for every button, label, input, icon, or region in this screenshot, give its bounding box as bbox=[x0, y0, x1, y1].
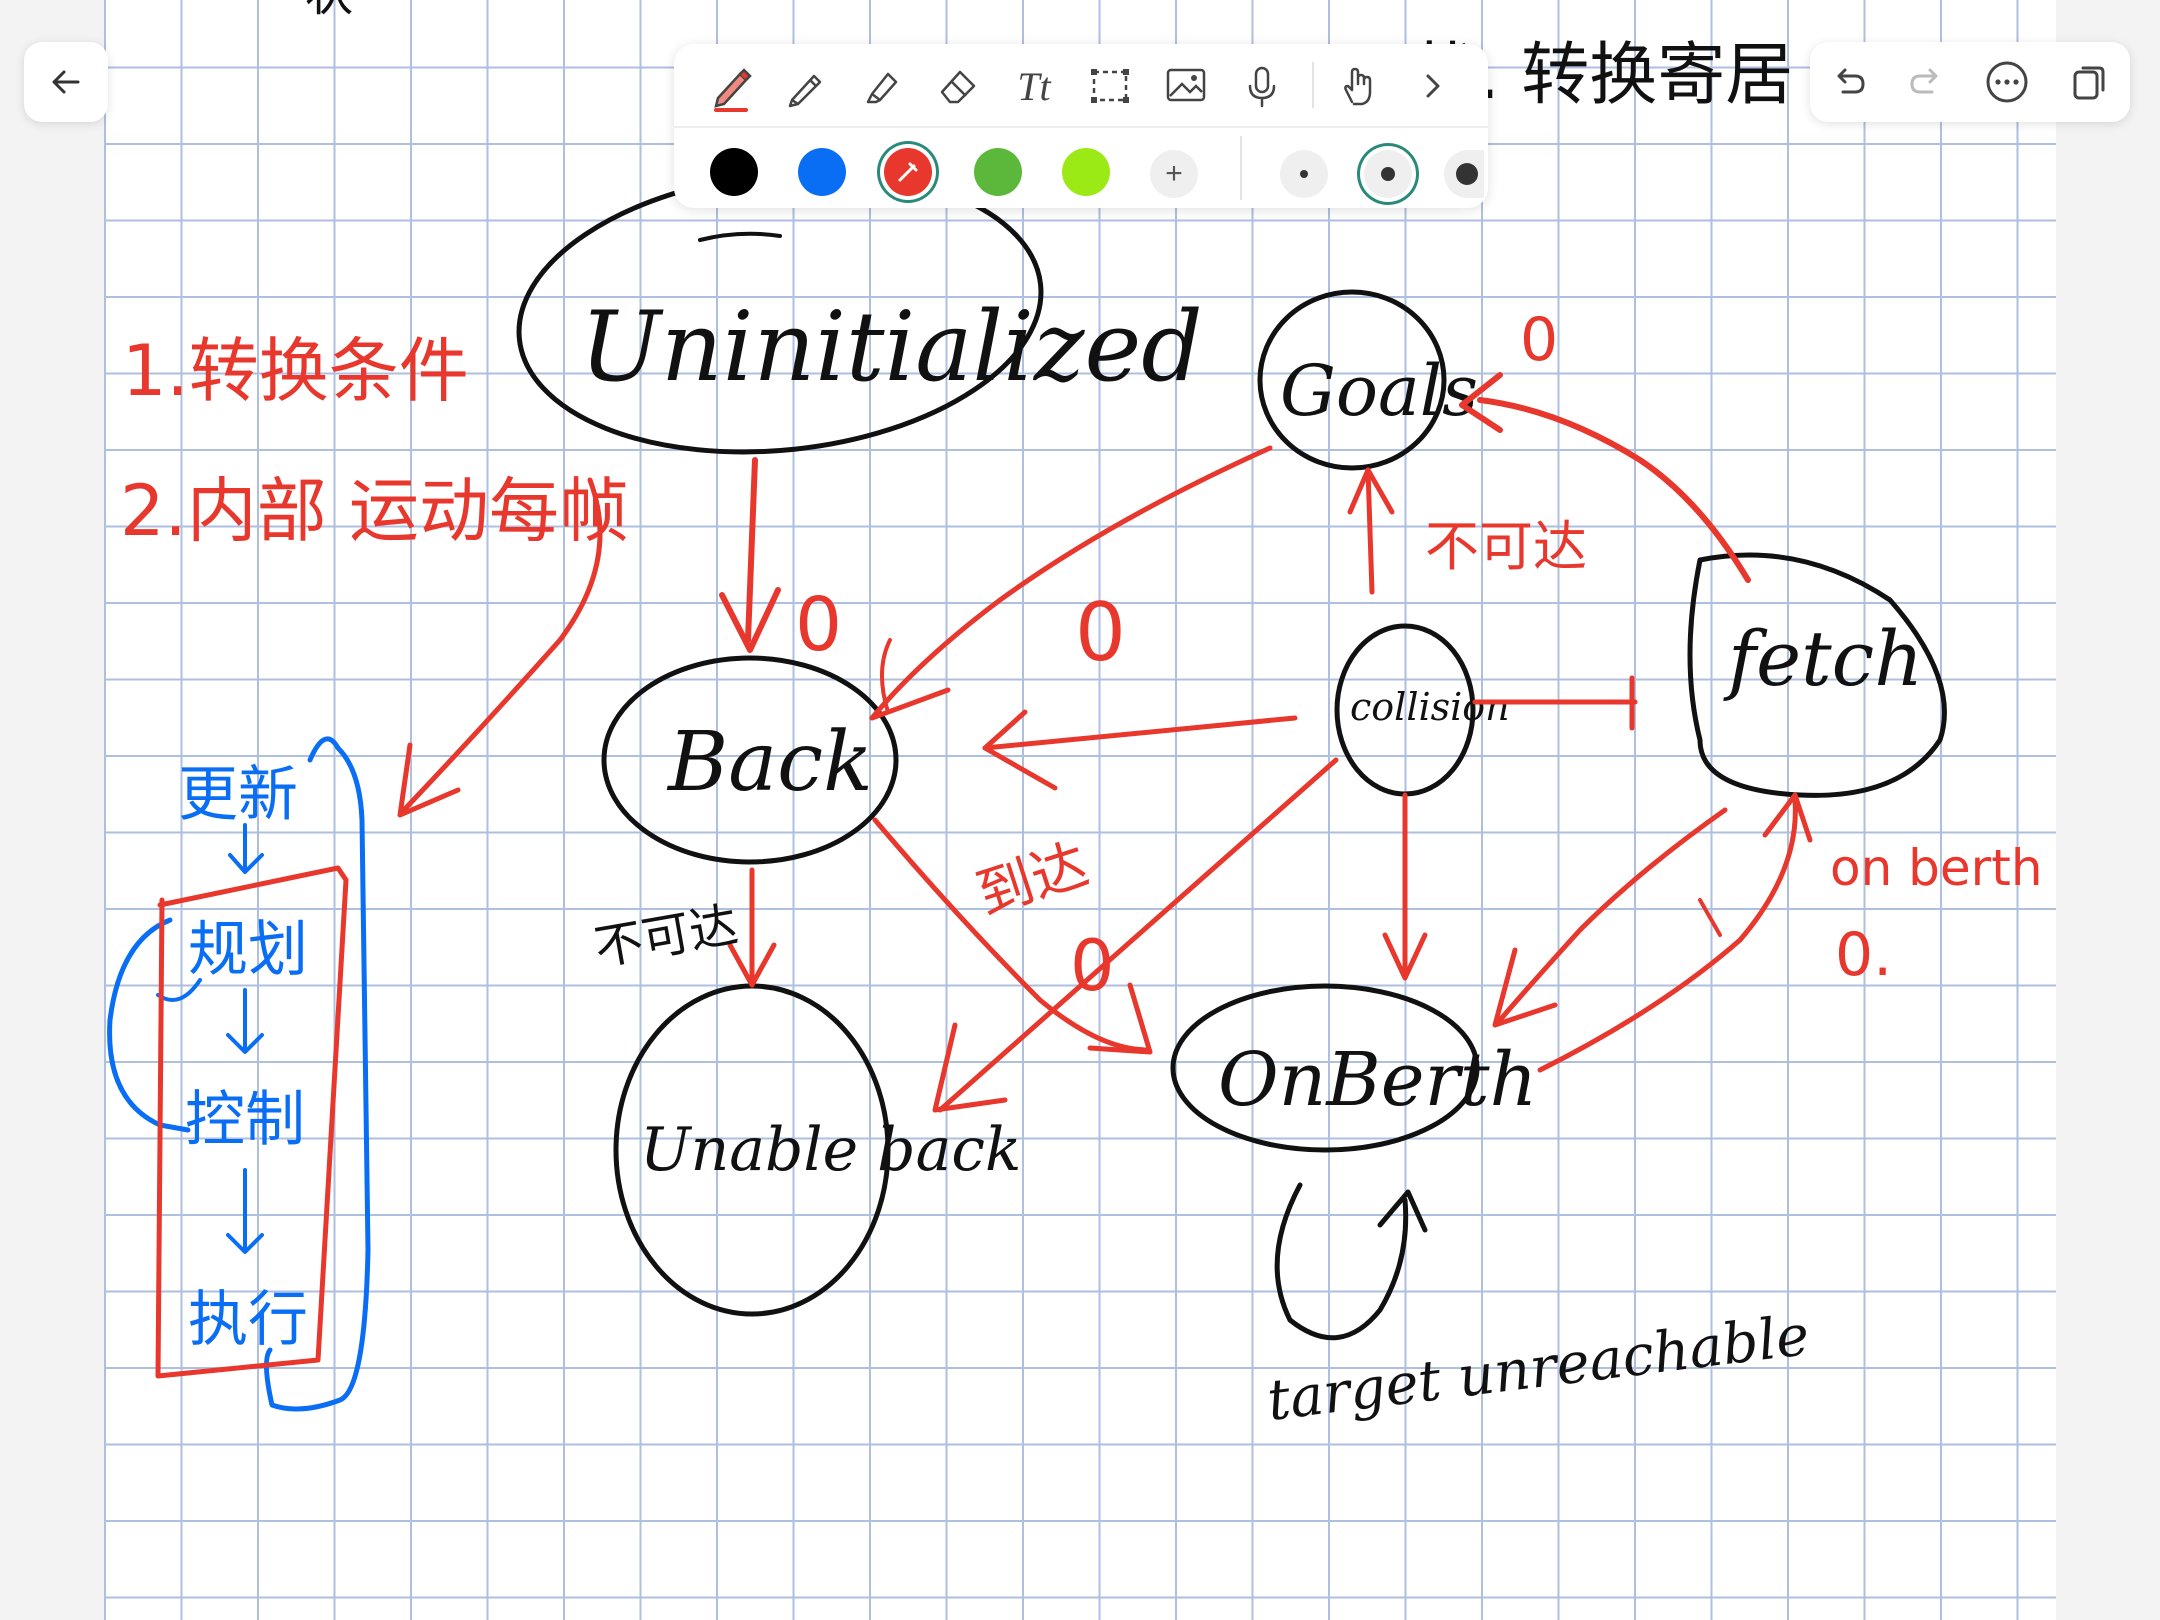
pen-size-medium[interactable] bbox=[1364, 150, 1412, 198]
pencil-selected-icon bbox=[894, 158, 922, 186]
highlighter-tool[interactable] bbox=[854, 58, 910, 114]
pages-icon[interactable] bbox=[2067, 60, 2111, 104]
redo-icon[interactable] bbox=[1906, 62, 1946, 102]
state-collision: collision bbox=[1334, 623, 1510, 797]
flow-step-plan: 规划 bbox=[188, 915, 308, 985]
self-loop-label: target unreachable bbox=[1264, 1303, 1813, 1434]
pen-size-large[interactable] bbox=[1444, 150, 1484, 198]
chevron-right-icon bbox=[1414, 68, 1450, 104]
state-back: Back bbox=[601, 655, 899, 865]
state-unable-back: Unable back bbox=[613, 983, 1021, 1317]
state-goals-label: Goals bbox=[1280, 350, 1478, 432]
microphone-tool[interactable] bbox=[1234, 58, 1290, 114]
toolbar-divider bbox=[1312, 62, 1314, 108]
image-tool[interactable] bbox=[1158, 58, 1214, 114]
image-icon bbox=[1162, 62, 1210, 110]
red-list-item-1: 1.转换条件 bbox=[122, 330, 469, 412]
edge-label-back-unable: 不可达 bbox=[590, 897, 742, 977]
edge-label-back-onberth: 到达 bbox=[969, 832, 1096, 928]
back-button[interactable] bbox=[24, 42, 108, 122]
hand-touch-icon bbox=[1334, 62, 1382, 110]
ink-layer: Uninitialized Back Unable back Goals col… bbox=[107, 0, 2043, 1434]
flow-step-control: 控制 bbox=[185, 1085, 305, 1155]
state-collision-label: collision bbox=[1350, 685, 1510, 729]
action-bar bbox=[1810, 42, 2130, 122]
pencil-icon bbox=[782, 62, 830, 110]
add-color-button[interactable]: + bbox=[1150, 150, 1198, 198]
arrow-left-icon bbox=[46, 62, 86, 102]
highlighter-icon bbox=[858, 62, 906, 110]
flow-step-update: 更新 bbox=[178, 760, 298, 830]
flow-step-execute: 执行 bbox=[188, 1285, 308, 1355]
color-swatch-green[interactable] bbox=[974, 148, 1022, 196]
eraser-tool[interactable] bbox=[930, 58, 986, 114]
state-uninitialized-label: Uninitialized bbox=[580, 291, 1203, 403]
edge-label-fetch-onberth: on berth bbox=[1830, 839, 2043, 897]
pen-icon bbox=[706, 60, 758, 112]
state-goals: Goals bbox=[1257, 289, 1478, 471]
pencil-tool[interactable] bbox=[778, 58, 834, 114]
microphone-icon bbox=[1238, 62, 1286, 110]
red-list-item-2: 2.内部 运动每帧 bbox=[120, 470, 629, 552]
tool-row: Tt bbox=[674, 44, 1488, 126]
text-icon: Tt bbox=[1017, 63, 1051, 109]
hand-touch-tool[interactable] bbox=[1330, 58, 1386, 114]
plus-icon: + bbox=[1165, 157, 1183, 190]
edge-label-uninit-back: 0 bbox=[795, 582, 842, 668]
edge-label-goals-back: 0 bbox=[1075, 586, 1126, 679]
eraser-icon bbox=[934, 62, 982, 110]
color-swatch-blue[interactable] bbox=[798, 148, 846, 196]
pen-size-small[interactable] bbox=[1280, 150, 1328, 198]
lasso-select-tool[interactable] bbox=[1082, 58, 1138, 114]
pen-tool[interactable] bbox=[704, 58, 760, 114]
edge-label-collision-unable: 0 bbox=[1070, 925, 1115, 1007]
self-loop-target-unreachable: target unreachable bbox=[1264, 1182, 1813, 1434]
state-unable-back-label: Unable back bbox=[640, 1115, 1021, 1185]
color-swatch-red[interactable] bbox=[884, 148, 932, 196]
top-left-fragment: 状 bbox=[305, 0, 353, 22]
color-swatch-black[interactable] bbox=[710, 148, 758, 196]
color-swatch-lime[interactable] bbox=[1062, 148, 1110, 196]
undo-icon[interactable] bbox=[1829, 62, 1869, 102]
drawing-toolbar: Tt + bbox=[674, 44, 1488, 208]
color-divider bbox=[1240, 136, 1242, 200]
more-icon[interactable] bbox=[1984, 59, 2030, 105]
blue-flow: 更新 规划 控制 执行 bbox=[107, 736, 371, 1412]
edge-label-fetch-mark: 0. bbox=[1835, 920, 1892, 990]
state-fetch-label: fetch bbox=[1723, 614, 1923, 703]
toolbar-expand[interactable] bbox=[1404, 58, 1460, 114]
state-onberth: OnBerth bbox=[1170, 983, 1537, 1153]
state-onberth-label: OnBerth bbox=[1218, 1037, 1537, 1123]
color-row: + bbox=[674, 128, 1488, 208]
edge-label-collision-goals: 不可达 bbox=[1425, 515, 1587, 578]
edge-label-goals-mark: 0 bbox=[1520, 305, 1558, 375]
lasso-select-icon bbox=[1086, 62, 1134, 110]
state-fetch: fetch bbox=[1687, 552, 1947, 798]
state-back-label: Back bbox=[666, 715, 873, 810]
text-tool[interactable]: Tt bbox=[1006, 58, 1062, 114]
